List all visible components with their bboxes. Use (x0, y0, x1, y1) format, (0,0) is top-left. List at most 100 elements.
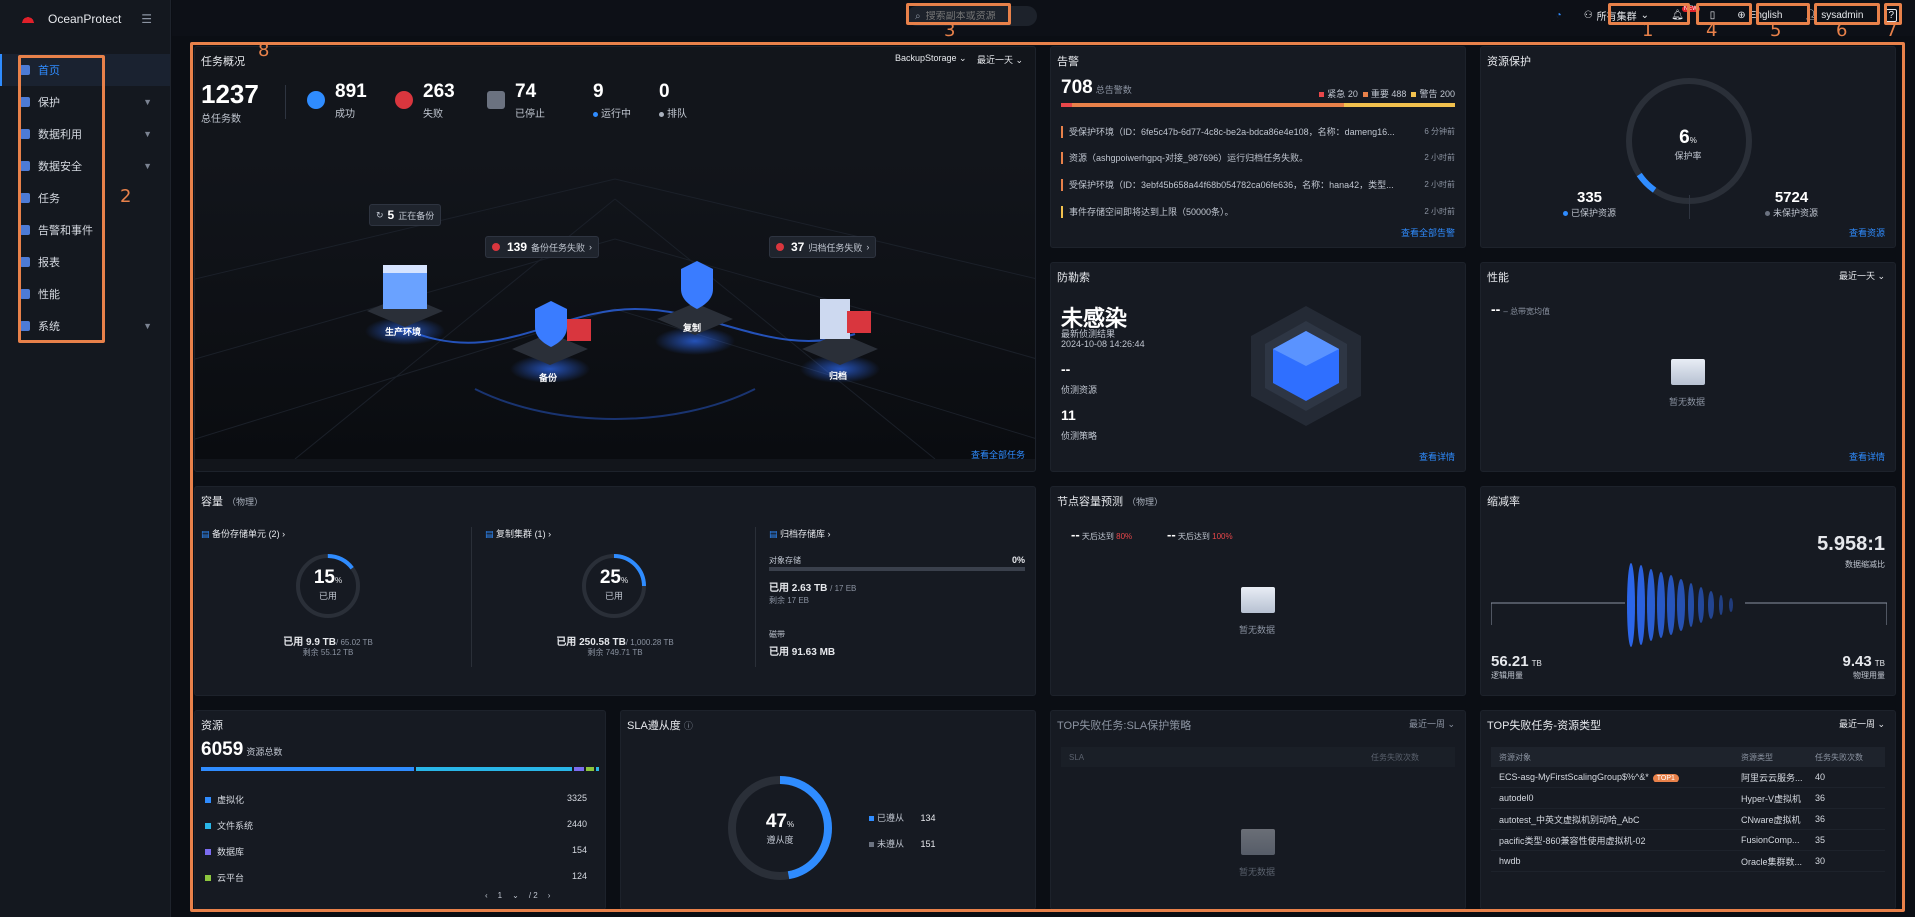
sidebar-item-data-security[interactable]: 数据安全 ▼ (0, 150, 170, 182)
row-type: Hyper-V虚拟机 (1741, 793, 1802, 804)
scene-archive-label: 归档 (829, 371, 848, 381)
annotation-number: 5 (1770, 20, 1782, 41)
archive-header[interactable]: ▤ 归档存储库 › (769, 527, 831, 540)
critical-label: 紧急 (1327, 89, 1346, 99)
resource-swatch (205, 823, 211, 829)
table-row[interactable]: ECS-asg-MyFirstScalingGroup$%^&* TOP1 阿里云云… (1491, 767, 1885, 788)
sla-compliant-row: 已遵从 134 (869, 811, 936, 824)
archive-failed-pill[interactable]: 37 归档任务失败 › (769, 236, 877, 258)
resource-row[interactable]: 数据库 154 (205, 845, 587, 858)
sidebar-item-home[interactable]: 首页 (0, 54, 170, 86)
table-row[interactable]: autotest_中英文虚拟机别动哈_AbC CNware虚拟机 36 (1491, 809, 1885, 830)
noncompliant-value: 151 (920, 839, 936, 849)
backup-unit-header[interactable]: ▤ 备份存储单元 (2) › (201, 527, 285, 540)
type-fail-table: 资源对象 资源类型 任务失败次数 ECS-asg-MyFirstScalingG… (1491, 747, 1885, 872)
sidebar-item-alarms[interactable]: 告警和事件 (0, 214, 170, 246)
capacity-title-sub: （物理） (227, 497, 264, 507)
alert-row[interactable]: 资源（ashgpoiwerhgpq-对接_987696）运行归档任务失败。 2 小… (1061, 152, 1455, 164)
replica-count: (1) (534, 529, 546, 539)
resources-bar-virtual (201, 767, 414, 771)
empty-text: 暂无数据 (1239, 867, 1276, 877)
alert-row[interactable]: 受保护环境（ID：3ebf45b658a44f68b054782ca06fe63… (1061, 179, 1455, 191)
sidebar-item-protection[interactable]: 保护 ▼ (0, 86, 170, 118)
protected-label: 已保护资源 (1571, 208, 1617, 218)
divider (755, 527, 756, 667)
view-all-tasks-link[interactable]: 查看全部任务 (971, 448, 1025, 461)
performance-value: -- (1491, 301, 1501, 317)
resource-value: 154 (571, 845, 587, 855)
card-title: 资源保护 (1487, 56, 1531, 68)
ransomware-shield-icon (1251, 306, 1361, 426)
huawei-logo-icon (18, 10, 38, 28)
alert-text: 资源（ashgpoiwerhgpq-对接_987696）运行归档任务失败。 (1069, 153, 1309, 163)
type-period-select[interactable]: 最近一周 ⌄ (1839, 717, 1885, 730)
page-number[interactable]: 1 (498, 891, 502, 900)
major-bar (1072, 103, 1344, 107)
row-obj: autotest_中英文虚拟机别动哈_AbC (1499, 814, 1640, 825)
data-icon (20, 129, 30, 139)
protected-dot-icon (1563, 211, 1568, 216)
warning-bar (1343, 103, 1455, 107)
user-menu[interactable]: 👤︎ sysadmin (1800, 5, 1867, 25)
refresh-icon[interactable]: ◔ (1552, 5, 1566, 25)
next-page-icon[interactable]: › (548, 891, 551, 900)
empty-folder-icon (1671, 359, 1705, 385)
table-row[interactable]: hwdb Oracle集群数... 30 (1491, 851, 1885, 872)
sla-pct: 47% 遵从度 (725, 811, 835, 846)
view-performance-link[interactable]: 查看详情 (1849, 450, 1885, 463)
storage-select[interactable]: BackupStorage ⌄ (895, 53, 967, 64)
total-tasks-value: 1237 (201, 79, 259, 109)
card-title: 性能 (1487, 272, 1509, 284)
resource-row[interactable]: 云平台 124 (205, 871, 587, 884)
search-input[interactable] (925, 10, 1016, 22)
view-resources-link[interactable]: 查看资源 (1849, 226, 1885, 239)
forecast-title-sub: （物理） (1127, 497, 1164, 507)
sidebar-item-reports[interactable]: 报表 (0, 246, 170, 278)
info-icon[interactable]: ⓘ (684, 721, 693, 731)
view-ransomware-link[interactable]: 查看详情 (1419, 450, 1455, 463)
collapse-sidebar-icon[interactable]: ☰ (141, 12, 152, 26)
sla-period-select[interactable]: 最近一周 ⌄ (1409, 717, 1455, 730)
resource-protection-card: 资源保护 6% 保护率 335 已保护资源 5724 未保护资源 查看资源 (1480, 46, 1896, 248)
resource-row[interactable]: 文件系统 2440 (205, 819, 587, 832)
ransomware-card: 防勒索 未感染 最新侦测结果 2024-10-08 14:26:44 -- 侦测… (1050, 262, 1466, 472)
forecast-a: -- 天后达到 80% (1071, 527, 1132, 542)
resources-total-label: 资源总数 (246, 747, 283, 757)
ransomware-latest-time: 2024-10-08 14:26:44 (1061, 339, 1145, 349)
resource-swatch (205, 797, 211, 803)
alert-row[interactable]: 事件存储空间即将达到上限（50000条）。 2 小时前 (1061, 206, 1455, 218)
select-value: 最近一天 (1838, 271, 1875, 281)
backing-up-pill[interactable]: ↻ 5 正在备份 (369, 204, 442, 226)
archive-icon: ▤ (769, 529, 778, 539)
replica-header[interactable]: ▤ 复制集群 (1) › (485, 527, 551, 540)
sidebar-item-performance[interactable]: 性能 (0, 278, 170, 310)
table-row[interactable]: pacific类型-860兼容性使用虚拟机-02 FusionComp... 35 (1491, 830, 1885, 851)
row-count: 36 (1815, 814, 1826, 824)
sidebar-nav: 首页 保护 ▼ 数据利用 ▼ 数据安全 ▼ 任务 告警和事件 报表 性能 系统 ▼ (0, 54, 170, 342)
search-box[interactable]: ⌕ (907, 6, 1037, 26)
row-type: Oracle集群数... (1741, 856, 1803, 867)
resources-bar-db (574, 767, 584, 771)
alert-row[interactable]: 受保护环境（ID：6fe5c47b-6d77-4c8c-be2a-bdca86e… (1061, 126, 1455, 138)
resource-row[interactable]: 虚拟化 3325 (205, 793, 587, 806)
sla-noncompliant-row: 未遵从 151 (869, 837, 936, 850)
col-count: 任务失败次数 (1815, 752, 1863, 762)
performance-period-select[interactable]: 最近一天 ⌄ (1839, 269, 1885, 282)
sla-pct-label: 遵从度 (766, 835, 794, 845)
backup-failed-pill[interactable]: 139 备份任务失败 › (485, 236, 600, 258)
sidebar-item-data-usage[interactable]: 数据利用 ▼ (0, 118, 170, 150)
compliant-value: 134 (920, 813, 936, 823)
backup-unit-label: 备份存储单元 (212, 529, 267, 539)
view-all-alerts-link[interactable]: 查看全部告警 (1401, 226, 1455, 239)
table-row[interactable]: autodel0 Hyper-V虚拟机 36 (1491, 788, 1885, 809)
capacity-card: 容量 （物理） ▤ 备份存储单元 (2) › 15% 已用 已用 9.9 TB/ … (194, 486, 1036, 696)
period-select[interactable]: 最近一天 ⌄ (977, 53, 1023, 66)
sidebar-item-tasks[interactable]: 任务 (0, 182, 170, 214)
language-label: English (1749, 9, 1783, 21)
row-type: 阿里云云服务... (1741, 772, 1803, 783)
new-badge: NEW (1681, 6, 1700, 12)
prev-page-icon[interactable]: ‹ (485, 891, 488, 900)
sidebar-item-system[interactable]: 系统 ▼ (0, 310, 170, 342)
failed-icon (395, 91, 413, 109)
chevron-down-icon[interactable]: ⌄ (512, 891, 519, 900)
